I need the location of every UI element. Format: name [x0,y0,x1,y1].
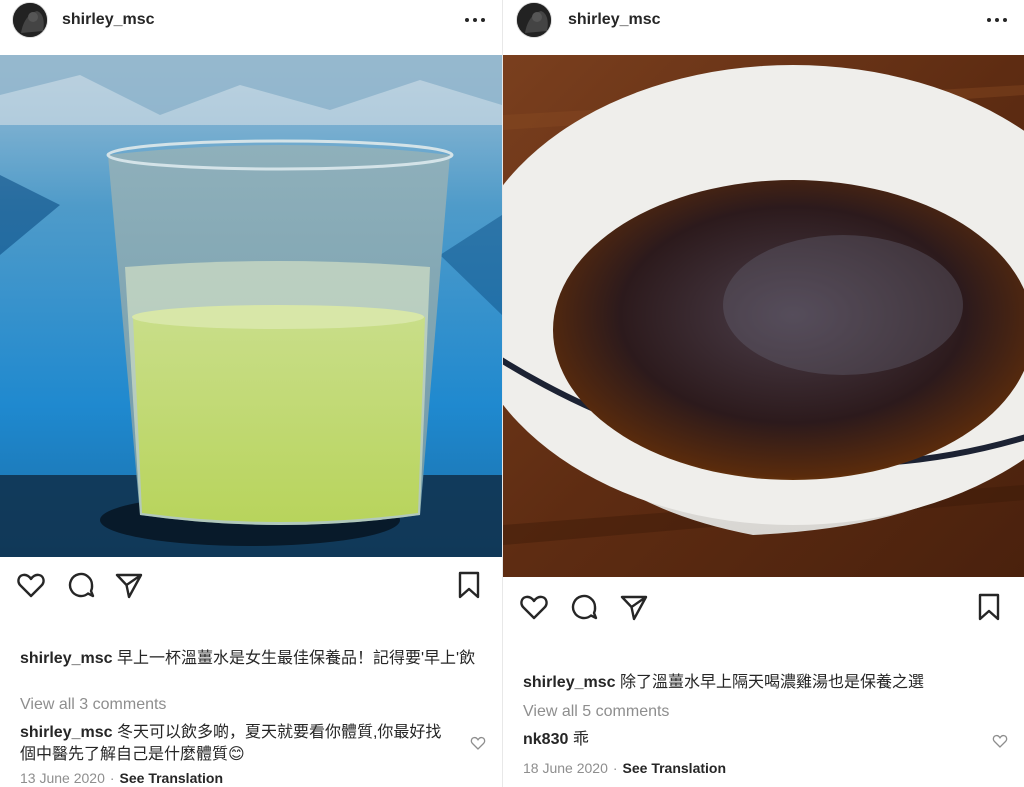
caption-text: 除了溫薑水早上隔天喝濃雞湯也是保養之選 [619,674,924,691]
caption-username[interactable]: shirley_msc [20,650,113,667]
more-options-icon[interactable] [986,8,1008,32]
post-date: 18 June 2020 [523,760,608,776]
post-date: 13 June 2020 [20,770,105,786]
avatar[interactable] [516,2,552,38]
bookmark-icon[interactable] [974,592,1004,622]
post-username[interactable]: shirley_msc [62,11,155,29]
post-meta: 18 June 2020 · See Translation [523,760,726,776]
view-all-comments-link[interactable]: View all 3 comments [20,696,166,714]
caption-text: 早上一杯溫薑水是女生最佳保養品！記得要'早上'飲 [116,650,476,667]
heart-icon[interactable] [519,592,549,622]
post-actions [0,570,502,602]
see-translation-link[interactable]: See Translation [623,760,726,776]
post-header: shirley_msc [503,0,1024,40]
paper-plane-icon[interactable] [619,592,649,622]
paper-plane-icon[interactable] [114,570,144,600]
comment-like-heart-icon[interactable] [992,733,1008,749]
post-card-1: shirley_msc shirley_msc 早上一杯溫薑水是女生最佳保養品！… [0,0,502,787]
see-translation-link[interactable]: See Translation [120,770,223,786]
post-photo-soup-bowl[interactable] [503,55,1024,577]
comment-username[interactable]: nk830 [523,731,568,748]
post-meta: 13 June 2020 · See Translation [20,770,223,786]
post-caption: shirley_msc 除了溫薑水早上隔天喝濃雞湯也是保養之選 [523,672,1013,694]
heart-icon[interactable] [16,570,46,600]
separator-dot: · [612,760,618,776]
avatar[interactable] [12,2,48,38]
comment-username[interactable]: shirley_msc [20,724,113,741]
comment-like-heart-icon[interactable] [470,735,486,751]
more-options-icon[interactable] [464,8,486,32]
view-all-comments-link[interactable]: View all 5 comments [523,703,669,721]
bookmark-icon[interactable] [454,570,484,600]
comment: shirley_msc 冬天可以飲多啲，夏天就要看你體質,你最好找個中醫先了解自… [20,722,450,766]
comment-icon[interactable] [569,592,599,622]
post-card-2: shirley_msc shirley_msc 除了溫薑水早上隔天喝濃雞湯也是保… [503,0,1024,787]
comment-icon[interactable] [66,570,96,600]
post-username[interactable]: shirley_msc [568,11,661,29]
comment-text: 乖 [572,731,589,748]
post-header: shirley_msc [0,0,502,40]
post-photo-glass[interactable] [0,55,502,557]
separator-dot: · [109,770,115,786]
post-actions [503,592,1024,624]
caption-username[interactable]: shirley_msc [523,674,616,691]
comment: nk830 乖 [523,729,953,751]
post-caption: shirley_msc 早上一杯溫薑水是女生最佳保養品！記得要'早上'飲 [20,648,490,670]
